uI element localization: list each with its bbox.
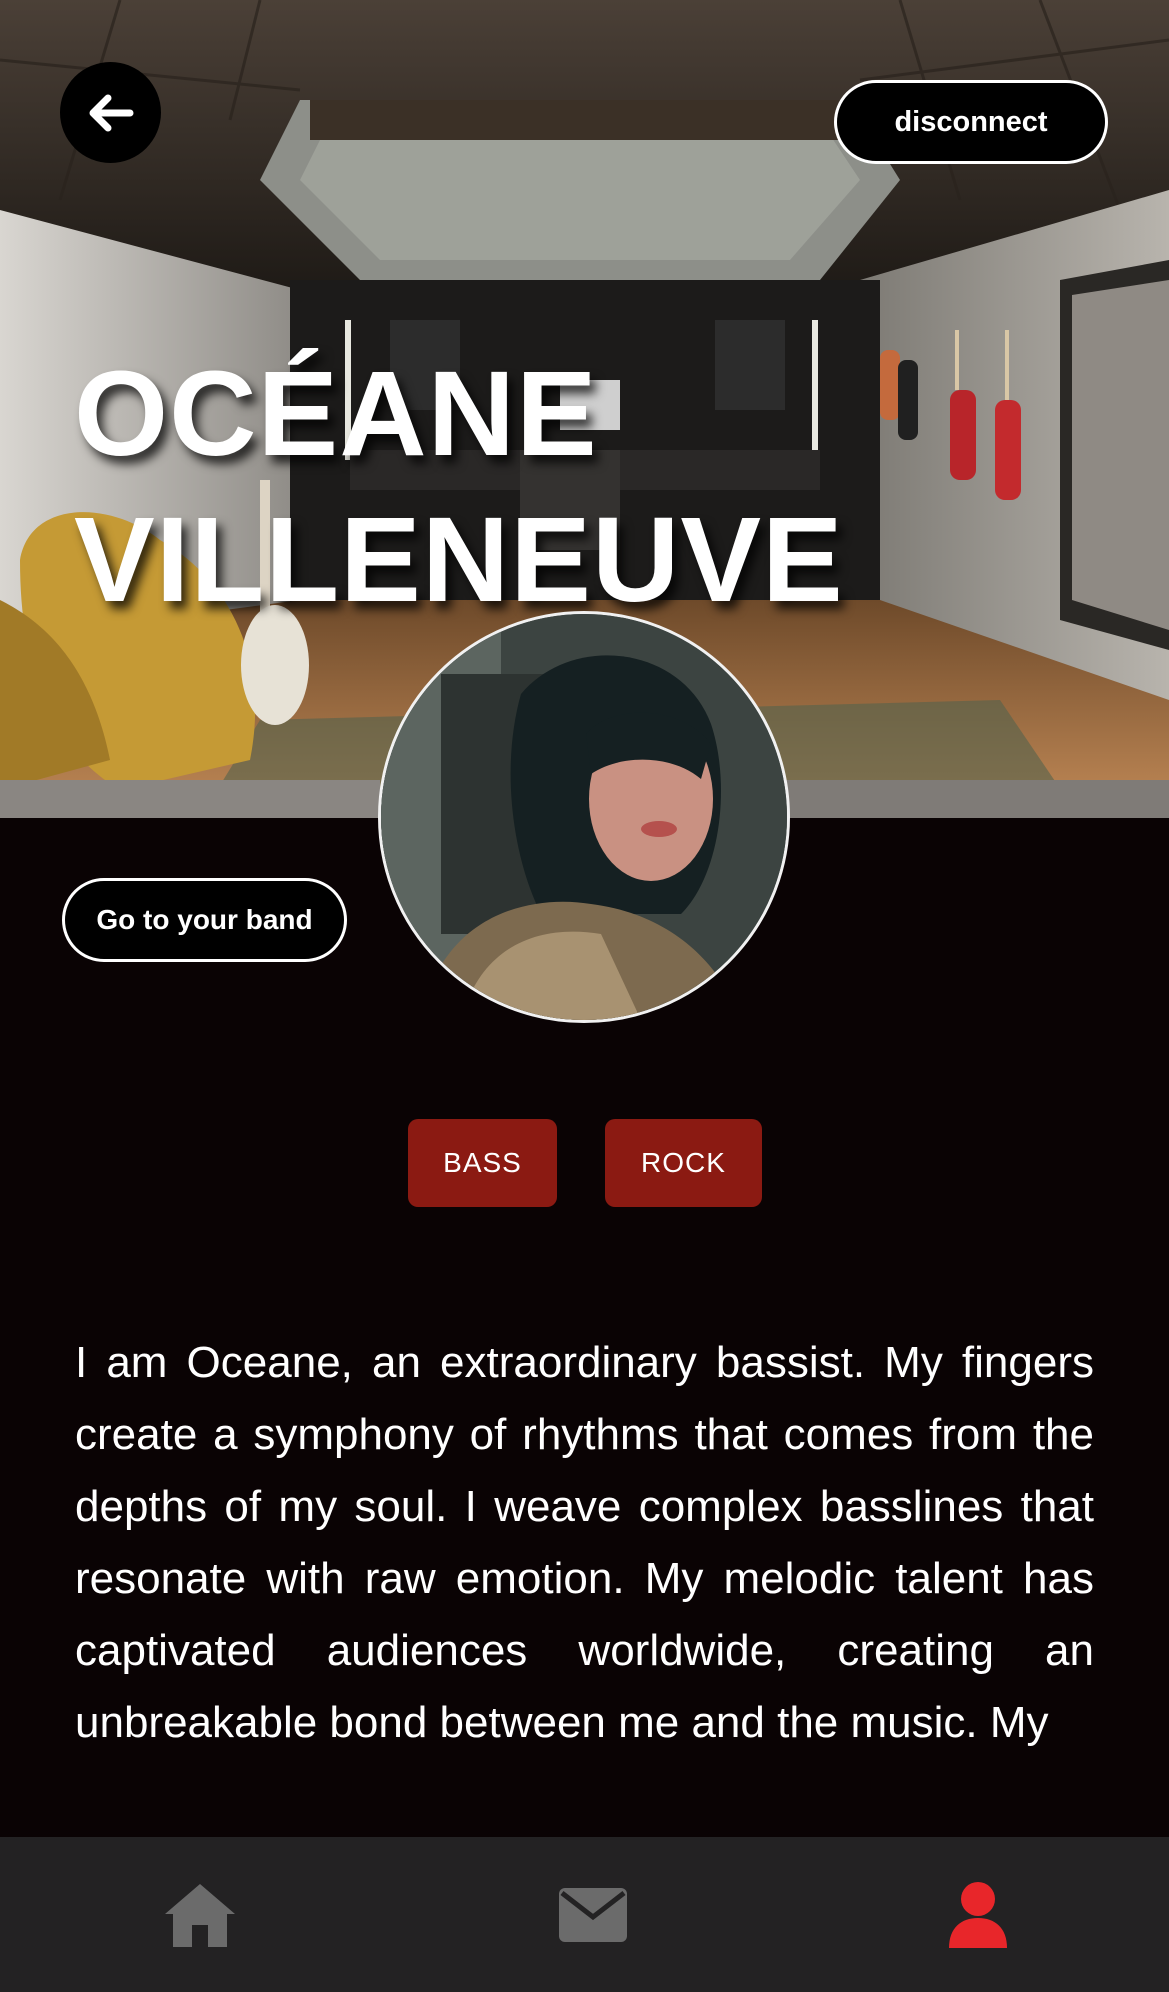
- tag-rock: ROCK: [605, 1119, 762, 1207]
- go-to-band-button[interactable]: Go to your band: [62, 878, 347, 962]
- first-name: OCÉANE: [74, 345, 598, 481]
- disconnect-button[interactable]: disconnect: [834, 80, 1108, 164]
- avatar-image: [381, 614, 787, 1020]
- last-name: VILLENEUVE: [74, 491, 844, 627]
- mail-icon: [559, 1887, 627, 1942]
- bottom-navigation: [0, 1837, 1169, 1992]
- arrow-left-icon: [89, 94, 133, 131]
- nav-home[interactable]: [140, 1837, 260, 1992]
- user-icon: [949, 1881, 1007, 1948]
- nav-profile[interactable]: [918, 1837, 1038, 1992]
- home-icon: [165, 1883, 235, 1947]
- bio-text: I am Oceane, an extraordinary bassist. M…: [75, 1338, 1094, 1747]
- avatar: [378, 611, 790, 1023]
- back-button[interactable]: [60, 62, 161, 163]
- tag-bass: BASS: [408, 1119, 557, 1207]
- nav-messages[interactable]: [533, 1837, 653, 1992]
- profile-name: OCÉANE VILLENEUVE: [74, 340, 844, 632]
